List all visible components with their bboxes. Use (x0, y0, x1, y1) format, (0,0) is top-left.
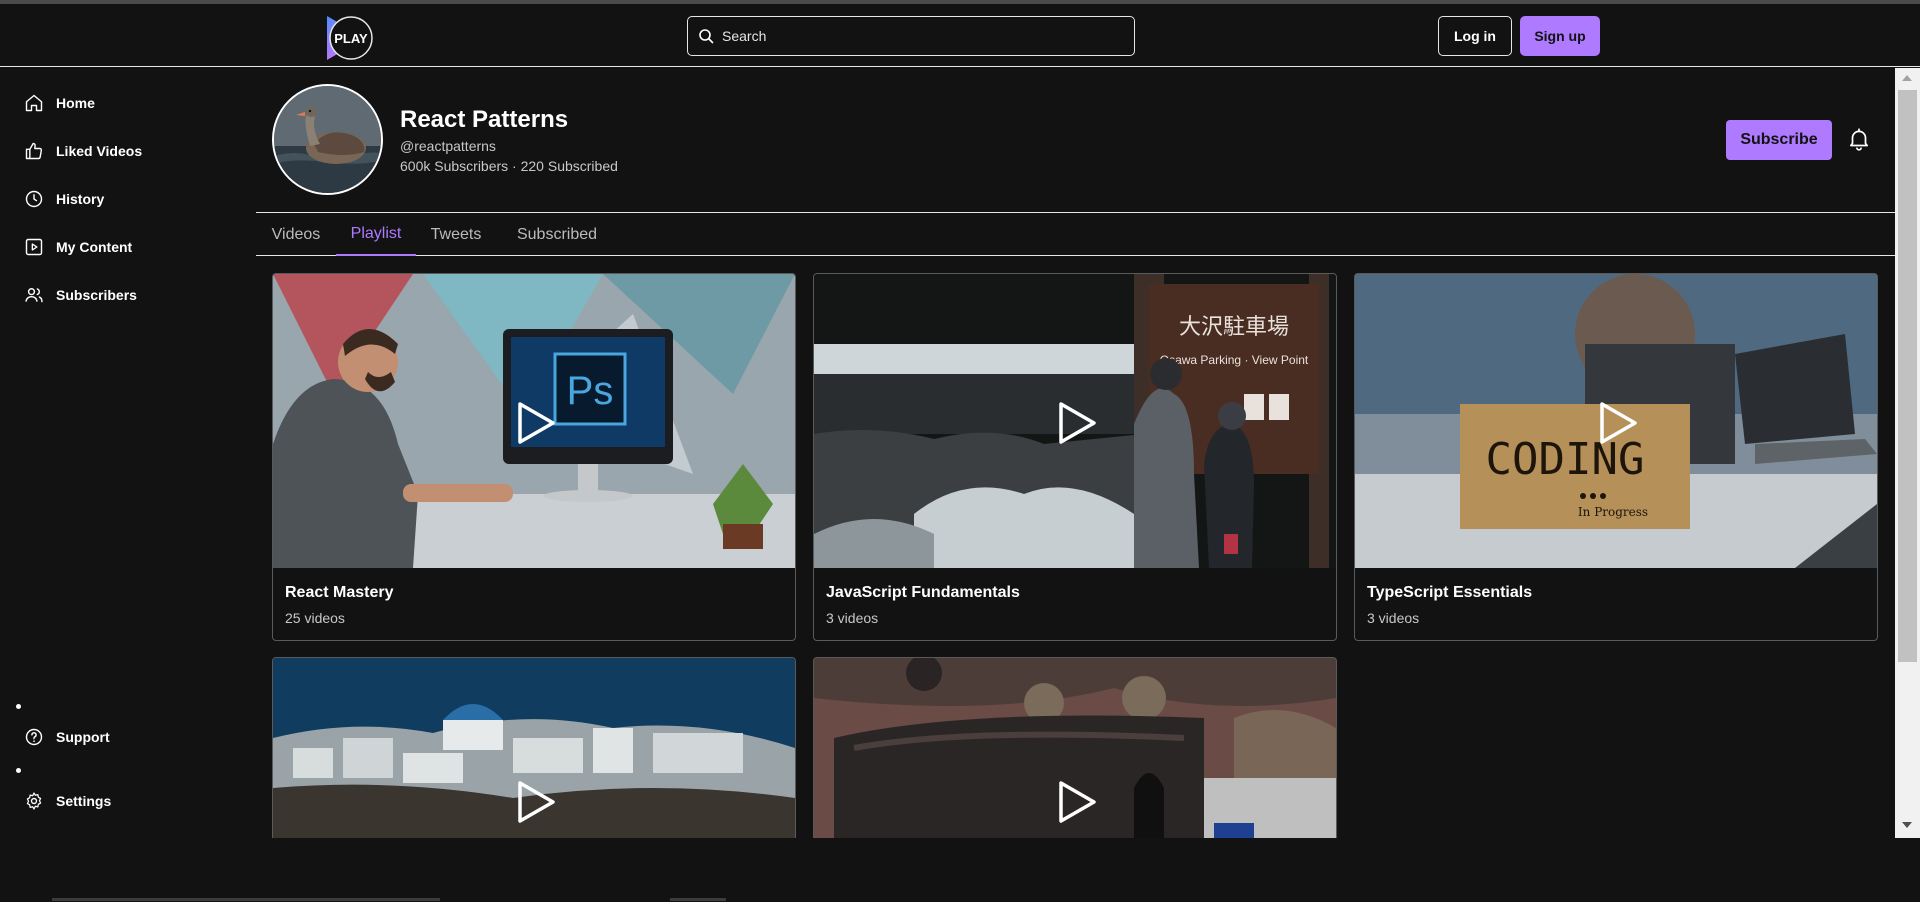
tab-tweets[interactable]: Tweets (416, 213, 496, 256)
play-icon[interactable] (516, 401, 556, 445)
vertical-scrollbar[interactable] (1895, 68, 1920, 838)
search-input[interactable] (722, 28, 1122, 44)
scrollbar-thumb[interactable] (52, 898, 440, 901)
thumbs-up-icon (25, 142, 43, 160)
search-icon (699, 29, 714, 44)
playlist-video-count: 3 videos (1367, 610, 1420, 626)
play-icon[interactable] (1057, 780, 1097, 824)
home-icon (25, 94, 43, 112)
sidebar-item-liked-videos[interactable]: Liked Videos (24, 136, 142, 166)
sidebar-item-support[interactable]: Support (24, 722, 110, 752)
sidebar-item-label: My Content (56, 239, 133, 255)
video-icon (25, 238, 43, 256)
playlist-video-count: 3 videos (826, 610, 879, 626)
channel-name: React Patterns (400, 106, 569, 133)
users-icon (25, 288, 43, 303)
clock-icon (25, 190, 43, 208)
channel-stats: 600k Subscribers · 220 Subscribed (400, 158, 618, 174)
playlist-thumbnail[interactable]: 大沢駐車場 Osawa Parking · View Point (814, 274, 1336, 568)
logo-text: PLAY (334, 31, 368, 46)
login-button[interactable]: Log in (1438, 16, 1512, 56)
sidebar-item-label: Home (56, 95, 95, 111)
scrollbar-thumb[interactable] (670, 898, 726, 901)
sidebar-item-settings[interactable]: Settings (24, 786, 111, 816)
sidebar-item-label: History (56, 191, 105, 207)
sidebar: Home Liked Videos History My Content Sub… (0, 68, 255, 838)
tab-videos[interactable]: Videos (256, 213, 336, 256)
scrollbar-thumb[interactable] (1898, 90, 1917, 662)
svg-text:Ps: Ps (567, 369, 614, 413)
playlist-card[interactable] (813, 657, 1337, 838)
playlist-title: JavaScript Fundamentals (826, 584, 1020, 601)
play-logo[interactable]: PLAY (325, 14, 375, 62)
top-header: PLAY Log in Sign up (0, 4, 1920, 67)
playlist-card[interactable]: 大沢駐車場 Osawa Parking · View Point JavaScr… (813, 273, 1337, 641)
sidebar-item-label: Subscribers (56, 287, 137, 303)
help-circle-icon (25, 728, 43, 746)
bullet-dot (16, 704, 21, 709)
playlist-card[interactable]: Ps React Mastery 25 videos (272, 273, 796, 641)
sidebar-item-label: Support (56, 729, 110, 745)
svg-text:大沢駐車場: 大沢駐車場 (1179, 315, 1289, 340)
signup-button[interactable]: Sign up (1520, 16, 1600, 56)
playlist-title: React Mastery (285, 584, 394, 601)
scroll-down-arrow-icon[interactable] (1902, 822, 1912, 828)
playlist-thumbnail[interactable]: Ps (273, 274, 795, 568)
subscribe-button[interactable]: Subscribe (1726, 120, 1832, 160)
playlist-card[interactable]: CODING In Progress TypeScript Essentials… (1354, 273, 1878, 641)
sidebar-item-label: Liked Videos (56, 143, 143, 159)
playlist-thumbnail[interactable]: CODING In Progress (1355, 274, 1877, 568)
channel-tabs: Videos Playlist Tweets Subscribed (256, 212, 1895, 256)
play-icon[interactable] (1057, 401, 1097, 445)
playlist-video-count: 25 videos (285, 610, 345, 626)
horizontal-scrollbar[interactable] (0, 897, 1920, 902)
sidebar-item-my-content[interactable]: My Content (24, 232, 132, 262)
svg-text:In Progress: In Progress (1578, 505, 1648, 519)
scroll-up-arrow-icon[interactable] (1902, 75, 1912, 81)
tab-subscribed[interactable]: Subscribed (504, 213, 610, 256)
gear-icon (26, 792, 42, 810)
notification-bell[interactable] (1846, 126, 1872, 152)
channel-avatar[interactable] (272, 84, 383, 195)
playlist-card[interactable] (272, 657, 796, 838)
search-box[interactable] (687, 16, 1135, 56)
sidebar-item-label: Settings (56, 793, 112, 809)
sidebar-item-history[interactable]: History (24, 184, 104, 214)
play-icon[interactable] (1598, 401, 1638, 445)
bell-icon (1850, 128, 1868, 151)
playlist-thumbnail[interactable] (273, 658, 795, 838)
playlist-thumbnail[interactable] (814, 658, 1336, 838)
goose-avatar-image (274, 86, 381, 193)
svg-text:Osawa Parking · View Point: Osawa Parking · View Point (1160, 353, 1309, 367)
tab-playlist[interactable]: Playlist (336, 213, 416, 256)
playlist-title: TypeScript Essentials (1367, 584, 1533, 601)
play-icon[interactable] (516, 780, 556, 824)
channel-handle: @reactpatterns (400, 138, 496, 154)
sidebar-item-home[interactable]: Home (24, 88, 95, 118)
sidebar-item-subscribers[interactable]: Subscribers (24, 280, 137, 310)
bullet-dot (16, 768, 21, 773)
play-logo-icon: PLAY (327, 16, 373, 60)
